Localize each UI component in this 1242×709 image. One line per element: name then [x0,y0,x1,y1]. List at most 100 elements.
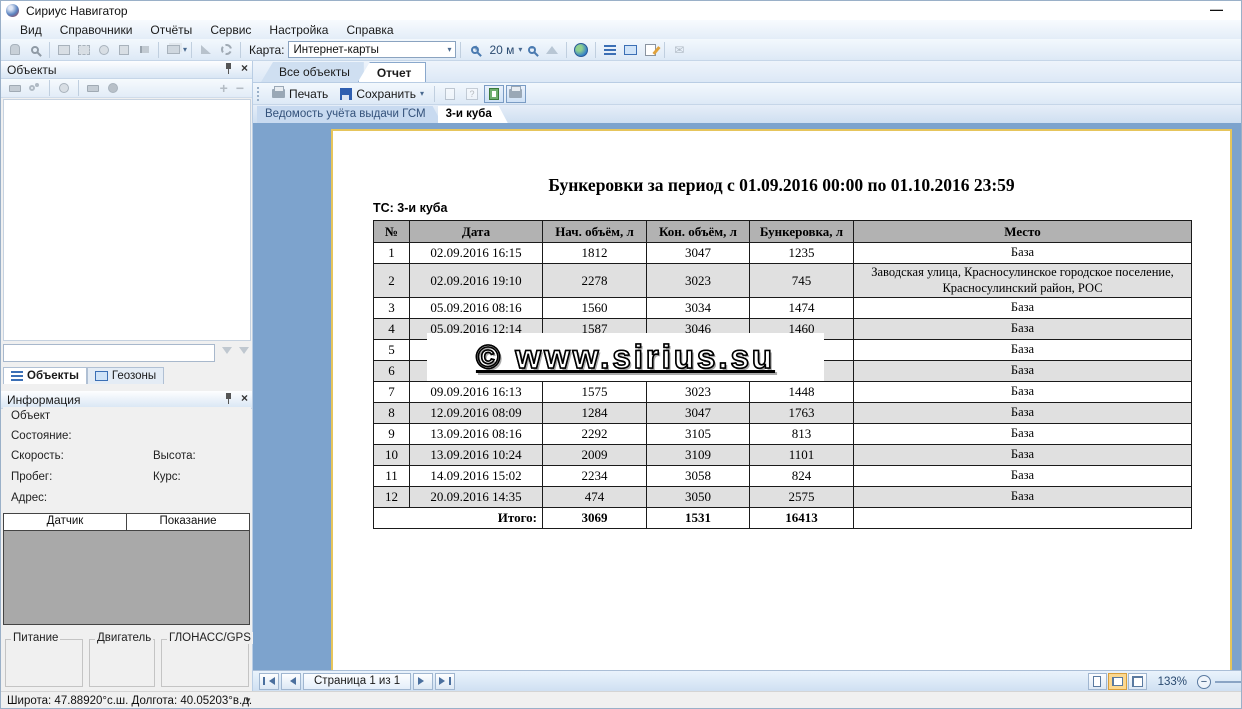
page-setup-button[interactable] [440,85,460,103]
cell-bunker: 1235 [750,243,854,264]
menu-help[interactable]: Справка [337,22,402,38]
lasso-select-icon[interactable] [75,41,93,59]
cell-date: 14.09.2016 15:02 [410,466,543,487]
filter-input[interactable] [3,344,215,362]
geozone-icon[interactable] [621,41,639,59]
cell-place: База [854,298,1192,319]
cell-date: 09.09.2016 16:13 [410,382,543,403]
gear-icon[interactable] [217,41,235,59]
last-page-button[interactable] [435,673,455,690]
title-bar: Сириус Навигатор — [1,1,1241,20]
add-object-icon[interactable] [6,79,24,97]
info-pin-icon[interactable] [224,393,233,404]
close-icon[interactable]: × [241,63,248,74]
measure-icon[interactable] [197,41,215,59]
cell-end-volume: 3023 [647,264,750,298]
mail-icon[interactable]: ✉ [670,41,688,59]
menu-reports[interactable]: Отчёты [141,22,201,38]
objects-panel: Объекты × + − Объекты [1,61,253,691]
group-glonass: ГЛОНАСС/GPS [161,639,249,687]
save-button[interactable]: Сохранить ▾ [334,85,430,103]
collapse-all-button[interactable]: − [236,80,244,96]
menu-directories[interactable]: Справочники [51,22,142,38]
info-fields: Объект Состояние: Скорость: Высота: Проб… [3,407,251,513]
cell-bunker: 813 [750,424,854,445]
print-button[interactable]: Печать [266,85,334,103]
pager-bar: Страница 1 из 1 133% − [253,670,1242,691]
field-mileage: Пробег: [11,471,52,483]
report-table-head: № Дата Нач. объём, л Кон. объём, л Бунке… [374,221,1192,243]
zoom-in-icon[interactable]: + [466,41,484,59]
tab-report[interactable]: Отчет [358,62,427,82]
zoom-out-icon[interactable]: − [523,41,541,59]
zoom-scale-label[interactable]: 20 м [489,43,514,57]
map-select-arrow[interactable]: ▾ [447,45,451,54]
tab-geozones[interactable]: Геозоны [87,367,164,384]
menu-view[interactable]: Вид [11,22,51,38]
single-page-icon [1093,676,1101,687]
edit-notepad-icon[interactable] [641,41,659,59]
object-list-icon[interactable] [601,41,619,59]
save-dropdown-arrow[interactable]: ▾ [420,89,424,98]
globe-gray-icon[interactable] [55,79,73,97]
objects-tree[interactable] [3,99,251,341]
circle-select-icon[interactable] [95,41,113,59]
totals-label: Итого: [374,508,543,529]
cell-end-volume: 3047 [647,243,750,264]
multi-page-icon [1132,676,1143,687]
search-icon[interactable] [26,41,44,59]
cell-start-volume: 2009 [543,445,647,466]
multi-page-view-button[interactable] [1128,673,1147,690]
cell-end-volume: 3047 [647,403,750,424]
next-page-button[interactable] [413,673,433,690]
status-dropdown-arrow[interactable]: ▼ [244,696,252,705]
cell-start-volume: 1284 [543,403,647,424]
square-tool-icon[interactable] [115,41,133,59]
toolbar-grip[interactable] [257,87,260,101]
info-close-icon[interactable]: × [241,393,248,404]
vehicle-icon[interactable] [84,79,102,97]
subtab-gsm-sheet[interactable]: Ведомость учёта выдачи ГСМ [257,106,442,123]
cell-end-volume: 3050 [647,487,750,508]
export-print-button[interactable] [506,85,526,103]
filter-icon[interactable] [222,347,232,359]
zoom-slider[interactable] [1215,681,1241,683]
tab-all-objects[interactable]: Все объекты [261,62,364,82]
fit-width-view-button[interactable] [1108,673,1127,690]
table-row: 2 02.09.2016 19:10 2278 3023 745 Заводск… [374,264,1192,298]
globe-icon[interactable] [572,41,590,59]
report-viewport[interactable]: Бункеровки за период с 01.09.2016 00:00 … [253,123,1242,670]
prev-page-button[interactable] [281,673,301,690]
zoom-scale-arrow[interactable]: ▾ [518,45,522,54]
cell-num: 2 [374,264,410,298]
flag-tool-icon[interactable] [135,41,153,59]
zoom-out-button[interactable]: − [1197,675,1211,689]
help-button[interactable]: ? [462,85,482,103]
sensor-table[interactable]: Датчик Показание [3,513,250,625]
minimize-button[interactable]: — [1210,2,1223,17]
group-glonass-label: ГЛОНАСС/GPS [167,632,253,644]
single-page-view-button[interactable] [1088,673,1107,690]
rect-select-icon[interactable] [55,41,73,59]
preview-button[interactable] [484,85,504,103]
map-select[interactable]: Интернет-карты ▾ [288,41,456,58]
pan-hand-icon[interactable] [6,41,24,59]
table-row: 8 12.09.2016 08:09 1284 3047 1763 База [374,403,1192,424]
objects-panel-header: Объекты × [1,61,252,79]
filter-row [3,343,251,363]
home-arrow-icon[interactable] [543,41,561,59]
first-page-button[interactable] [259,673,279,690]
layers-icon[interactable] [164,41,182,59]
menu-settings[interactable]: Настройка [260,22,337,38]
link-icon[interactable] [26,79,44,97]
expand-all-button[interactable]: + [220,80,228,96]
pin-icon[interactable] [224,63,233,74]
subtab-3-kuba[interactable]: 3-и куба [438,106,508,123]
layers-dropdown-arrow[interactable]: ▾ [183,45,187,54]
sphere-icon[interactable] [104,79,122,97]
menu-service[interactable]: Сервис [201,22,260,38]
map-label: Карта: [249,43,284,57]
app-window: Сириус Навигатор — Вид Справочники Отчёт… [0,0,1242,709]
tab-objects[interactable]: Объекты [3,367,87,384]
filter-clear-icon[interactable] [239,347,249,359]
